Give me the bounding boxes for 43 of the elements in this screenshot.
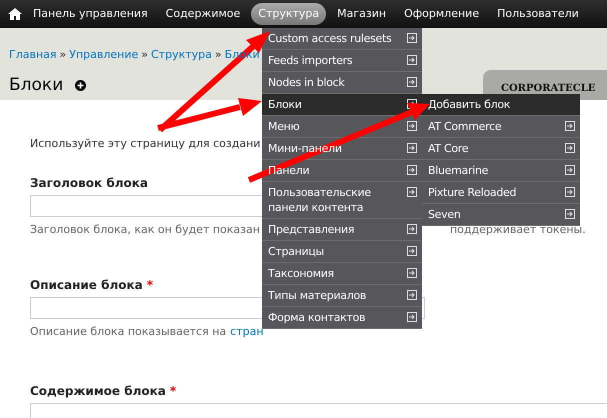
required-mark-text: *	[170, 382, 176, 400]
breadcrumb-link[interactable]: Структура	[151, 47, 212, 64]
arrow-square-icon	[407, 290, 417, 300]
toolbar-link[interactable]: Панель управления	[26, 2, 155, 26]
arrow-square-icon	[565, 187, 575, 197]
arrow-square-icon	[407, 143, 417, 153]
intro-text: Используйте эту страницу для создани	[30, 136, 260, 152]
field-label: Заголовок блока	[30, 174, 148, 192]
toolbar-link[interactable]: Магазин	[330, 2, 394, 26]
toolbar-link[interactable]: Оформление	[397, 2, 486, 26]
field-label: Описание блока	[30, 277, 143, 294]
help-link[interactable]: стран	[230, 324, 264, 340]
breadcrumb-link[interactable]: Управление	[69, 47, 138, 64]
arrow-square-icon	[407, 187, 417, 197]
arrow-square-icon	[565, 209, 575, 219]
arrow-square-icon	[407, 55, 417, 65]
breadcrumb-separator: »	[60, 47, 66, 63]
menu-item[interactable]: Блоки	[262, 94, 422, 116]
field-label: Содержимое блока	[30, 382, 166, 400]
arrow-square-icon	[565, 143, 575, 153]
plus-icon[interactable]	[75, 80, 86, 91]
field-help-text: Заголовок блока, как он будет показан	[30, 222, 260, 238]
arrow-square-icon	[407, 33, 417, 43]
toolbar-link[interactable]: Содержимое	[158, 2, 248, 26]
arrow-square-icon	[407, 99, 417, 109]
required-mark-text: *	[146, 277, 154, 294]
breadcrumb-link[interactable]: Главная	[9, 47, 57, 64]
arrow-square-icon	[407, 268, 417, 278]
arrow-square-icon	[407, 312, 417, 322]
home-icon[interactable]	[8, 8, 22, 20]
arrow-square-icon	[565, 121, 575, 131]
arrow-square-icon	[407, 77, 417, 87]
breadcrumb-separator: »	[141, 47, 148, 63]
arrow-square-icon	[407, 246, 417, 256]
page-title: Блоки	[9, 74, 64, 96]
breadcrumb-separator: »	[214, 47, 222, 63]
arrow-square-icon	[407, 165, 417, 175]
arrow-square-icon	[565, 165, 575, 175]
toolbar-link[interactable]: Пользователи	[490, 2, 586, 26]
field-help-text: Описание блока показывается на	[30, 324, 226, 340]
arrow-square-icon	[407, 121, 417, 131]
arrow-square-icon	[407, 224, 417, 234]
menu-item[interactable]: Добавить блок	[422, 94, 580, 116]
